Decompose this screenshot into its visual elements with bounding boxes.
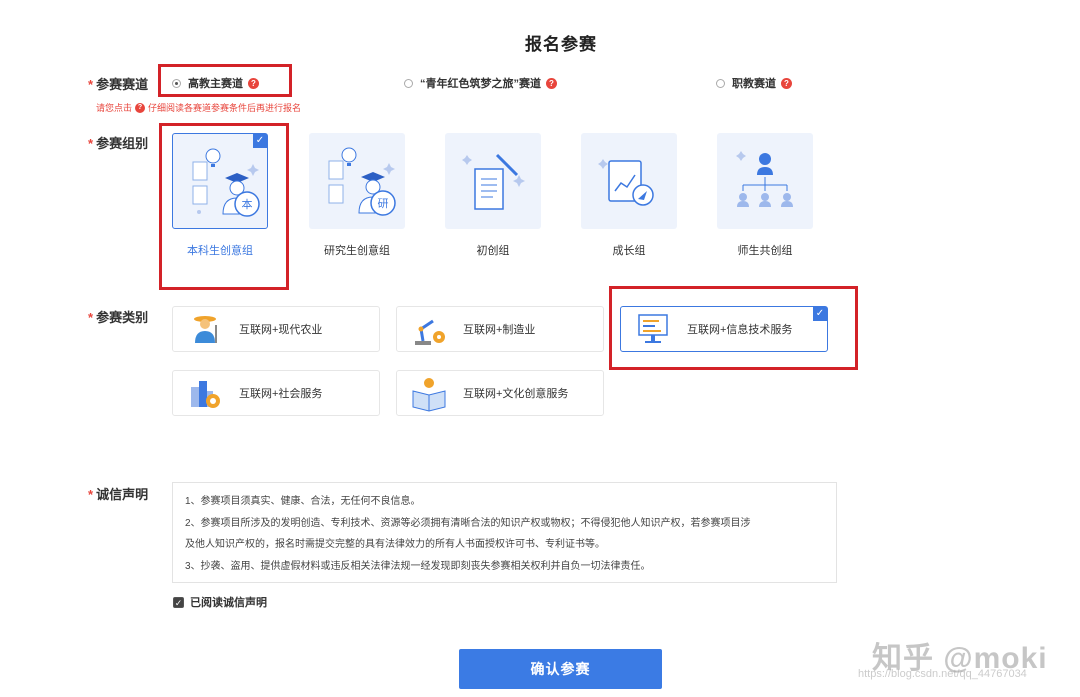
declaration-line: 及他人知识产权的，报名时需提交完整的具有法律效力的所有人书面授权许可书、专利证书… <box>185 539 605 550</box>
help-icon[interactable]: ? <box>135 102 146 113</box>
submit-button[interactable]: 确认参赛 <box>459 649 662 689</box>
highlight-box-track <box>158 64 292 97</box>
page-title: 报名参赛 <box>525 35 597 54</box>
agree-declaration[interactable]: ✓ 已阅读诚信声明 <box>173 594 267 610</box>
track-hint: 请您点击 ? 仔细阅读各赛道参赛条件后再进行报名 <box>96 102 302 113</box>
track-radio-vocational[interactable] <box>716 78 725 88</box>
highlight-box-category <box>609 286 858 370</box>
group-card-teacher-student[interactable] <box>717 133 813 229</box>
help-icon[interactable]: ? <box>546 77 557 89</box>
track-radio-red-dream[interactable] <box>404 78 413 88</box>
group-card-startup[interactable] <box>445 133 541 229</box>
group-label-teacher-student[interactable]: 师生共创组 <box>717 242 813 258</box>
track-option-red-dream[interactable]: “青年红色筑梦之旅”赛道 ? <box>404 75 557 91</box>
robot-arm-icon <box>415 319 445 345</box>
growth-chart-icon <box>598 159 654 206</box>
category-card-agriculture[interactable]: 互联网+现代农业 <box>172 306 380 352</box>
book-bulb-icon <box>412 378 446 412</box>
group-label-graduate[interactable]: 研究生创意组 <box>309 242 405 258</box>
watermark-url: https://blog.csdn.net/qq_44767034 <box>858 668 1027 680</box>
group-label-startup[interactable]: 初创组 <box>445 242 541 258</box>
declaration-line: 1、参赛项目须真实、健康、合法，无任何不良信息。 <box>185 496 421 507</box>
farmer-icon <box>194 316 217 343</box>
declaration-line: 3、抄袭、盗用、提供虚假材料或违反相关法律法规一经发现即刻丧失参赛相关权利并自负… <box>185 560 651 572</box>
group-card-graduate[interactable]: 研 <box>309 133 405 229</box>
help-icon[interactable]: ? <box>781 77 792 89</box>
category-card-manufacturing[interactable]: 互联网+制造业 <box>396 306 604 352</box>
highlight-box-group <box>159 123 289 290</box>
student-graduate-icon: 研 <box>328 147 396 216</box>
track-label: * 参赛赛道 <box>88 77 149 92</box>
document-wand-icon <box>462 153 525 210</box>
group-label: * 参赛组别 <box>88 136 149 151</box>
declaration-text-box: 1、参赛项目须真实、健康、合法，无任何不良信息。 2、参赛项目所涉及的发明创造、… <box>172 482 837 583</box>
declaration-label: * 诚信声明 <box>88 487 149 502</box>
group-card-growth[interactable] <box>581 133 677 229</box>
svg-text:研: 研 <box>378 198 389 210</box>
team-tree-icon <box>736 151 793 207</box>
category-card-social-services[interactable]: 互联网+社会服务 <box>172 370 380 416</box>
category-card-cultural-creative[interactable]: 互联网+文化创意服务 <box>396 370 604 416</box>
track-option-vocational[interactable]: 职教赛道 ? <box>716 75 792 91</box>
city-service-icon <box>191 381 220 408</box>
category-label: * 参赛类别 <box>88 310 149 325</box>
group-label-growth[interactable]: 成长组 <box>581 242 677 258</box>
agree-checkbox[interactable]: ✓ <box>173 596 184 608</box>
declaration-line: 2、参赛项目所涉及的发明创造、专利技术、资源等必须拥有清晰合法的知识产权或物权；… <box>185 517 751 529</box>
